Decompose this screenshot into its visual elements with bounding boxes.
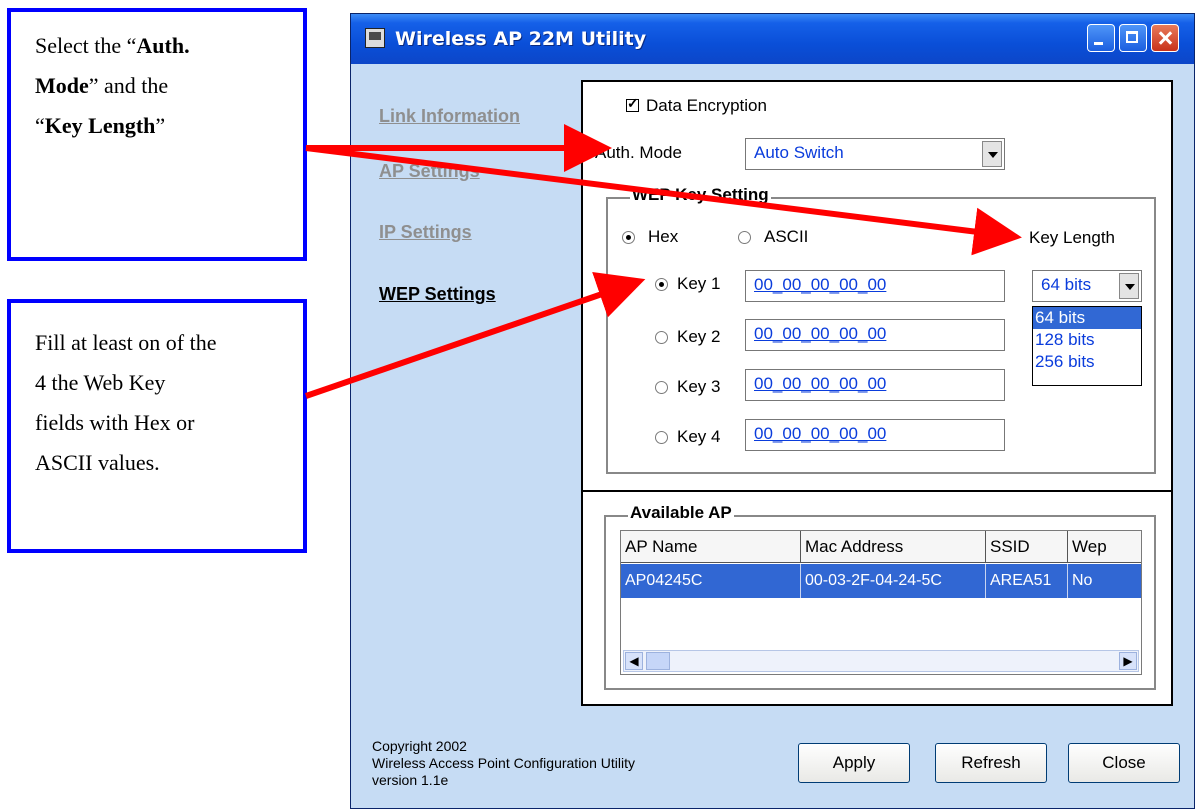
arrow-to-key-length: [305, 145, 1022, 256]
annotation-arrows: [305, 124, 1022, 399]
arrow-to-key-1: [305, 272, 646, 399]
